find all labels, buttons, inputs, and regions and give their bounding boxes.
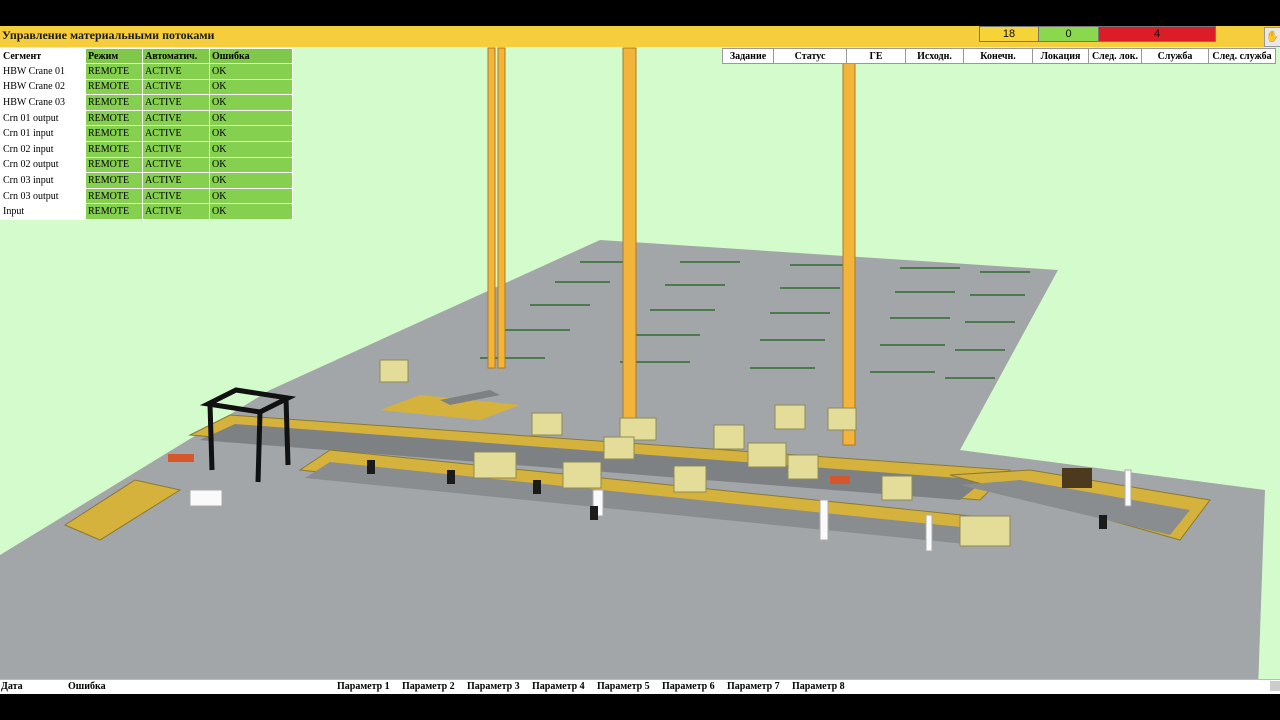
hand-icon[interactable]: ✋ bbox=[1264, 27, 1280, 47]
red-marker-2 bbox=[168, 454, 194, 462]
status-footer: Дата Ошибка Параметр 1 Параметр 2 Параметр… bbox=[0, 679, 1280, 694]
table-row[interactable]: Input REMOTE ACTIVE OK bbox=[0, 203, 293, 220]
error-cell: OK bbox=[209, 172, 293, 189]
segment-cell: HBW Crane 03 bbox=[0, 94, 86, 111]
segment-cell: Crn 01 output bbox=[0, 109, 86, 127]
auto-cell: ACTIVE bbox=[142, 94, 210, 111]
col-error[interactable]: Ошибка bbox=[209, 48, 293, 64]
segment-cell: Crn 03 input bbox=[0, 172, 86, 189]
table-row[interactable]: HBW Crane 03 REMOTE ACTIVE OK bbox=[0, 94, 293, 111]
segment-cell: Crn 02 input bbox=[0, 140, 86, 158]
table-row[interactable]: Crn 03 input REMOTE ACTIVE OK bbox=[0, 172, 293, 189]
auto-cell: ACTIVE bbox=[142, 203, 210, 220]
auto-cell: ACTIVE bbox=[142, 63, 210, 80]
footer-param-6[interactable]: Параметр 6 bbox=[662, 681, 715, 692]
segment-cell: Crn 03 output bbox=[0, 187, 86, 205]
error-cell: OK bbox=[209, 203, 293, 220]
segments-table: Сегмент Режим Автоматич. Ошибка HBW Cran… bbox=[0, 48, 293, 220]
segment-cell: Crn 02 output bbox=[0, 156, 86, 174]
tasks-col-5[interactable]: Локация bbox=[1032, 48, 1089, 64]
mode-cell: REMOTE bbox=[85, 125, 143, 142]
error-cell: OK bbox=[209, 63, 293, 80]
tasks-col-0[interactable]: Задание bbox=[722, 48, 774, 64]
auto-cell: ACTIVE bbox=[142, 156, 210, 174]
col-mode[interactable]: Режим bbox=[85, 48, 143, 64]
counter-green[interactable]: 0 bbox=[1038, 26, 1099, 42]
footer-param-5[interactable]: Параметр 5 bbox=[597, 681, 650, 692]
error-cell: OK bbox=[209, 187, 293, 205]
mode-cell: REMOTE bbox=[85, 187, 143, 205]
mode-cell: REMOTE bbox=[85, 78, 143, 96]
error-cell: OK bbox=[209, 78, 293, 96]
footer-param-7[interactable]: Параметр 7 bbox=[727, 681, 780, 692]
segment-cell: Input bbox=[0, 203, 86, 220]
footer-scrollbar[interactable] bbox=[1270, 681, 1280, 691]
segment-cell: HBW Crane 02 bbox=[0, 78, 86, 96]
footer-param-2[interactable]: Параметр 2 bbox=[402, 681, 455, 692]
tasks-col-7[interactable]: Служба bbox=[1141, 48, 1209, 64]
error-cell: OK bbox=[209, 125, 293, 142]
auto-cell: ACTIVE bbox=[142, 109, 210, 127]
error-cell: OK bbox=[209, 140, 293, 158]
error-cell: OK bbox=[209, 156, 293, 174]
mode-cell: REMOTE bbox=[85, 63, 143, 80]
footer-param-3[interactable]: Параметр 3 bbox=[467, 681, 520, 692]
table-row[interactable]: HBW Crane 01 REMOTE ACTIVE OK bbox=[0, 63, 293, 80]
footer-param-4[interactable]: Параметр 4 bbox=[532, 681, 585, 692]
mode-cell: REMOTE bbox=[85, 203, 143, 220]
tasks-col-3[interactable]: Исходн. bbox=[905, 48, 964, 64]
mode-cell: REMOTE bbox=[85, 140, 143, 158]
mode-cell: REMOTE bbox=[85, 172, 143, 189]
table-row[interactable]: Crn 01 input REMOTE ACTIVE OK bbox=[0, 125, 293, 142]
tasks-col-6[interactable]: След. лок. bbox=[1088, 48, 1142, 64]
mode-cell: REMOTE bbox=[85, 94, 143, 111]
table-row[interactable]: Crn 02 output REMOTE ACTIVE OK bbox=[0, 156, 293, 174]
tasks-col-4[interactable]: Конечн. bbox=[963, 48, 1033, 64]
table-row[interactable]: Crn 01 output REMOTE ACTIVE OK bbox=[0, 109, 293, 127]
footer-date[interactable]: Дата bbox=[1, 681, 23, 692]
auto-cell: ACTIVE bbox=[142, 125, 210, 142]
counter-yellow[interactable]: 18 bbox=[979, 26, 1039, 42]
page-title: Управление материальными потоками bbox=[2, 28, 215, 42]
auto-cell: ACTIVE bbox=[142, 172, 210, 189]
segment-cell: HBW Crane 01 bbox=[0, 63, 86, 80]
error-cell: OK bbox=[209, 109, 293, 127]
table-row[interactable]: HBW Crane 02 REMOTE ACTIVE OK bbox=[0, 78, 293, 96]
brown-pallet bbox=[1062, 468, 1092, 488]
auto-cell: ACTIVE bbox=[142, 78, 210, 96]
red-marker bbox=[830, 476, 850, 484]
footer-error[interactable]: Ошибка bbox=[68, 681, 106, 692]
table-row[interactable]: Crn 02 input REMOTE ACTIVE OK bbox=[0, 140, 293, 158]
tasks-table: Задание Статус ГЕ Исходн. Конечн. Локация След… bbox=[722, 48, 1276, 64]
error-cell: OK bbox=[209, 94, 293, 111]
mode-cell: REMOTE bbox=[85, 109, 143, 127]
mode-cell: REMOTE bbox=[85, 156, 143, 174]
auto-cell: ACTIVE bbox=[142, 140, 210, 158]
tasks-col-1[interactable]: Статус bbox=[773, 48, 847, 64]
footer-param-1[interactable]: Параметр 1 bbox=[337, 681, 390, 692]
auto-cell: ACTIVE bbox=[142, 187, 210, 205]
segment-cell: Crn 01 input bbox=[0, 125, 86, 142]
tasks-col-8[interactable]: След. служба bbox=[1208, 48, 1276, 64]
counter-red[interactable]: 4 bbox=[1098, 26, 1216, 42]
table-row[interactable]: Crn 03 output REMOTE ACTIVE OK bbox=[0, 187, 293, 205]
footer-param-8[interactable]: Параметр 8 bbox=[792, 681, 845, 692]
col-auto[interactable]: Автоматич. bbox=[142, 48, 210, 64]
col-segment[interactable]: Сегмент bbox=[0, 48, 86, 64]
tasks-col-2[interactable]: ГЕ bbox=[846, 48, 906, 64]
